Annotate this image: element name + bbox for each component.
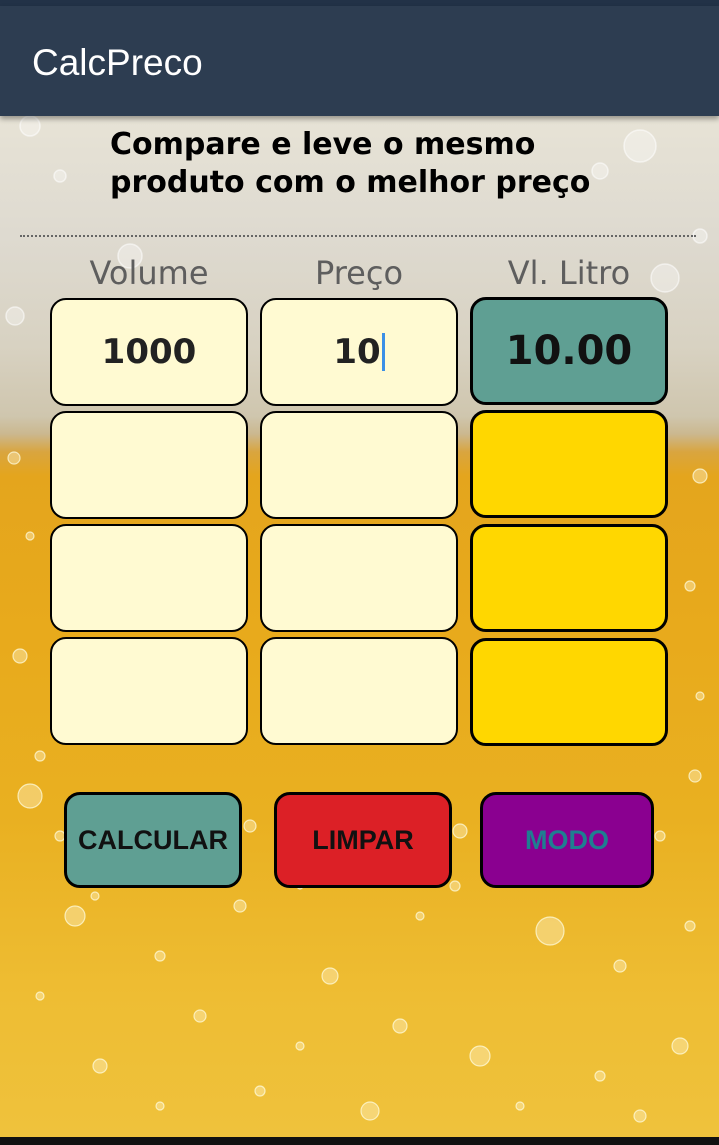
preco-input-1[interactable]: 10 (260, 298, 458, 406)
modo-button[interactable]: MODO (480, 792, 654, 888)
column-header-preco: Preço (314, 254, 404, 292)
preco-value-1: 10 (333, 332, 381, 372)
headline: Compare e leve o mesmo produto com o mel… (110, 126, 630, 202)
column-header-litro: Vl. Litro (507, 254, 631, 292)
preco-input-4[interactable] (260, 637, 458, 745)
volume-input-2[interactable] (50, 411, 248, 519)
litro-result-1: 10.00 (470, 297, 668, 405)
litro-result-4 (470, 638, 668, 746)
volume-input-1[interactable]: 1000 (50, 298, 248, 406)
litro-value-1: 10.00 (505, 328, 633, 374)
litro-result-3 (470, 524, 668, 632)
headline-line-2: produto com o melhor preço (110, 165, 591, 200)
text-cursor (381, 333, 385, 371)
calcular-button[interactable]: CALCULAR (64, 792, 242, 888)
headline-line-1: Compare e leve o mesmo (110, 127, 536, 162)
volume-input-3[interactable] (50, 524, 248, 632)
litro-result-2 (470, 410, 668, 518)
app-bar: CalcPreco (0, 6, 719, 116)
volume-input-4[interactable] (50, 637, 248, 745)
divider (20, 235, 696, 237)
preco-input-2[interactable] (260, 411, 458, 519)
preco-input-3[interactable] (260, 524, 458, 632)
limpar-button[interactable]: LIMPAR (274, 792, 452, 888)
column-header-volume: Volume (89, 254, 209, 292)
app-title: CalcPreco (32, 42, 203, 83)
volume-value-1: 1000 (101, 332, 197, 372)
navigation-bar (0, 1137, 719, 1145)
